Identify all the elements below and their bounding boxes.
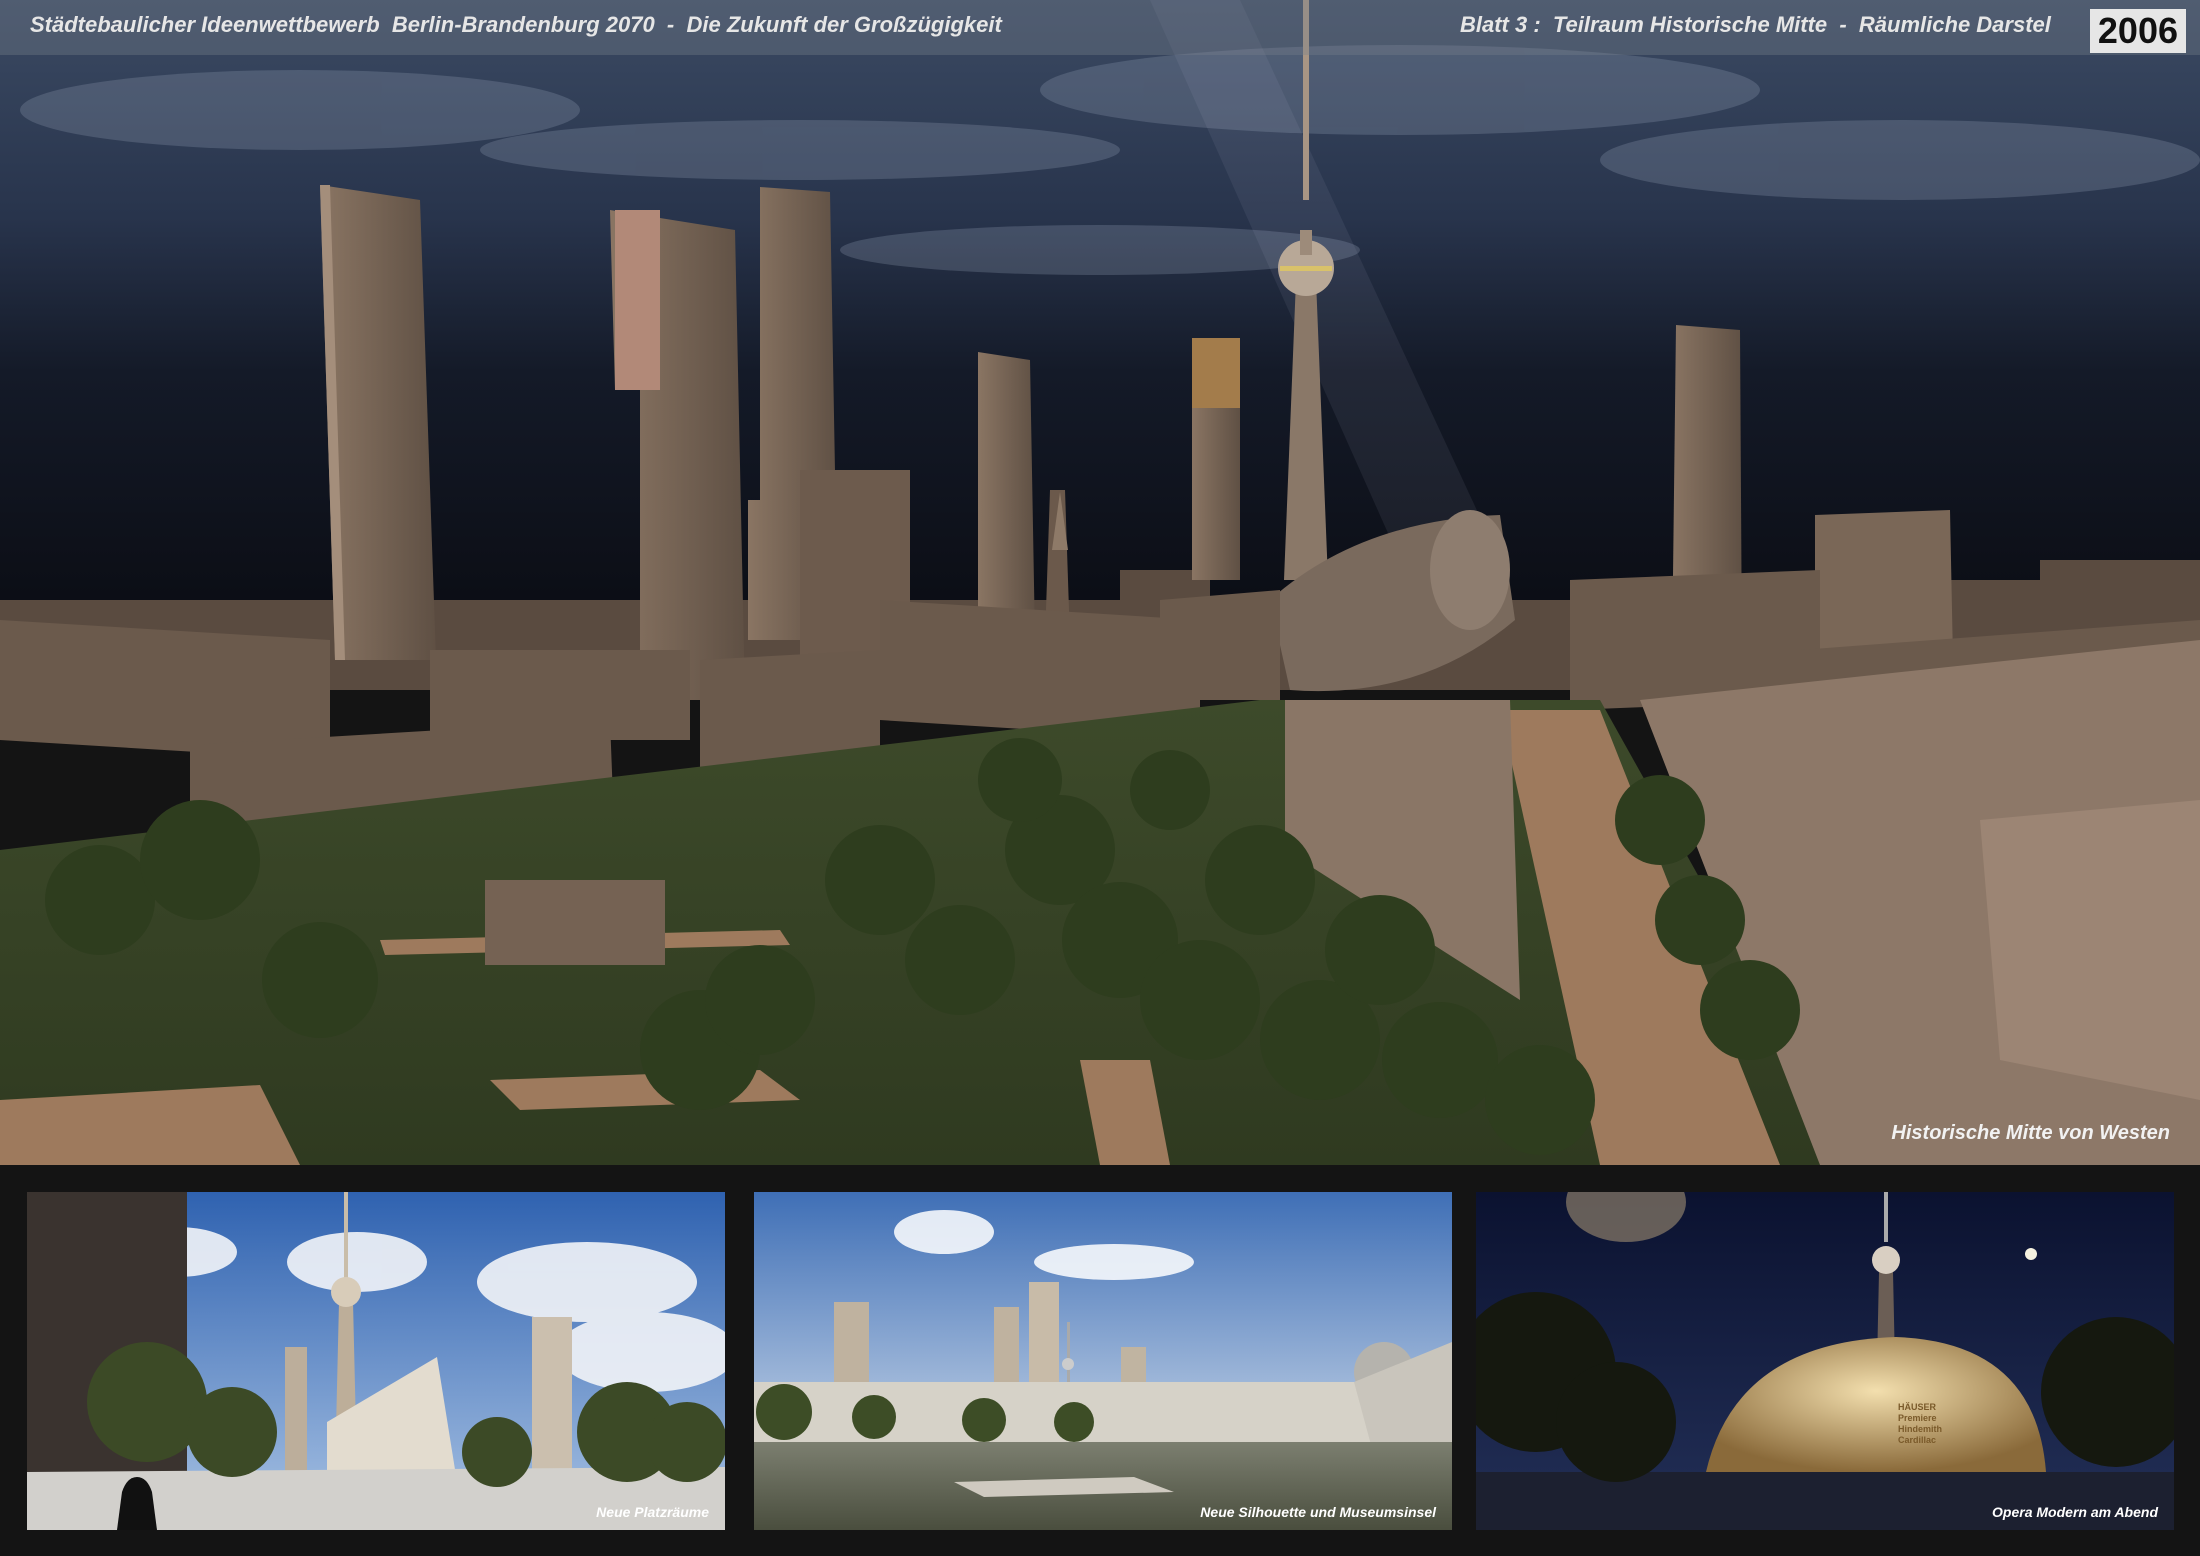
year-badge: 2006 [2089, 9, 2186, 53]
opera-sign-line: Hindemith [1898, 1424, 1942, 1434]
panel-2-scene [754, 1192, 1452, 1530]
hero-rendering: Historische Mitte von Westen [0, 0, 2200, 1165]
panel-opera-modern: HÄUSER Premiere Hindemith Cardillac Oper… [1476, 1192, 2174, 1530]
presentation-sheet: Historische Mitte von Westen Städtebauli… [0, 0, 2200, 1556]
panel-neue-platzraeume: Neue Platzräume [27, 1192, 725, 1530]
pavilion [485, 880, 665, 965]
hero-caption: Historische Mitte von Westen [1891, 1122, 2170, 1144]
panel-1-scene [27, 1192, 725, 1530]
opera-sign-line: Premiere [1898, 1413, 1937, 1423]
hero-scene [0, 0, 2200, 1165]
opera-sign-line: HÄUSER [1898, 1402, 1937, 1412]
panel-3-scene [1476, 1192, 2174, 1530]
panel-1-caption: Neue Platzräume [596, 1504, 709, 1520]
sheet-title: Städtebaulicher Ideenwettbewerb Berlin-B… [30, 12, 1002, 37]
sheet-subtitle: Blatt 3 : Teilraum Historische Mitte - R… [1460, 12, 2051, 37]
panel-neue-silhouette: Neue Silhouette und Museumsinsel [754, 1192, 1452, 1530]
opera-sign-line: Cardillac [1898, 1435, 1937, 1445]
header-bar: Städtebaulicher Ideenwettbewerb Berlin-B… [0, 0, 2200, 55]
panel-2-caption: Neue Silhouette und Museumsinsel [1200, 1504, 1436, 1520]
panel-3-caption: Opera Modern am Abend [1992, 1504, 2158, 1520]
opera-sign: HÄUSER Premiere Hindemith Cardillac [1898, 1402, 1942, 1446]
